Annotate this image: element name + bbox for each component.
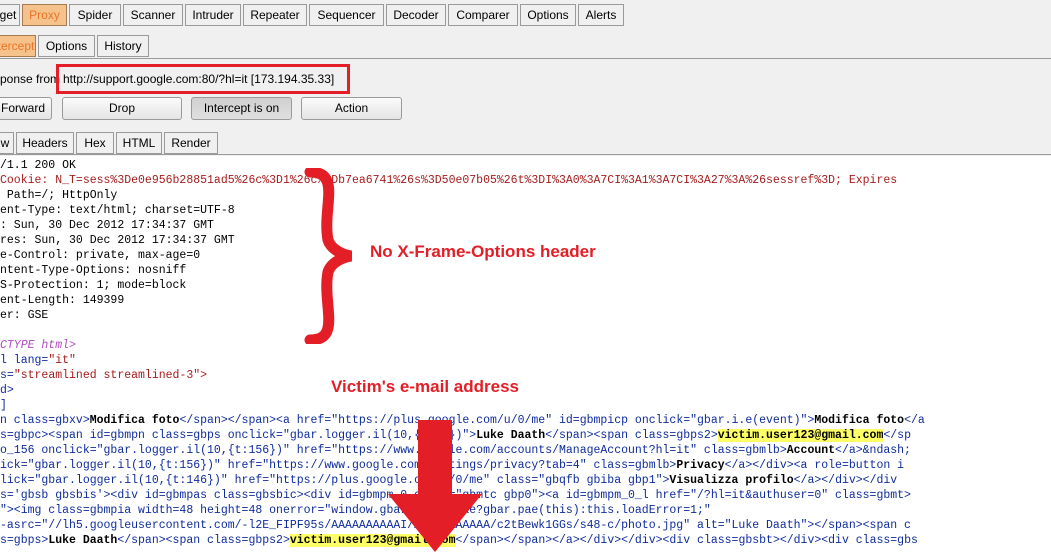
tab-headers[interactable]: Headers: [16, 132, 74, 154]
code-bold: Modifica foto: [89, 414, 180, 427]
code-bold: Visualizza profilo: [669, 474, 794, 487]
code-bold: Luke Daath: [476, 429, 546, 442]
doctype-line: CTYPE html>: [0, 339, 76, 352]
tab-intercept[interactable]: tercept: [0, 35, 36, 57]
response-body[interactable]: /1.1 200 OK Cookie: N_T=sess%3De0e956b28…: [0, 156, 1051, 552]
tab-proxy-options[interactable]: Options: [38, 35, 95, 57]
victim-email: victim.user123@gmail.com: [717, 429, 884, 442]
lang-attr: lang=: [6, 354, 49, 367]
tab-hex[interactable]: Hex: [76, 132, 114, 154]
curly-brace-annotation: [304, 168, 353, 344]
html-line: d>: [0, 384, 14, 397]
class-value: "streamlined streamlined-3">: [13, 369, 208, 382]
header-line: : Sun, 30 Dec 2012 17:34:37 GMT: [0, 219, 214, 232]
response-prefix: ponse from: [0, 72, 61, 86]
header-line: ent-Length: 149399: [0, 294, 125, 307]
lang-value: "it": [48, 354, 76, 367]
html-line: s="streamlined streamlined-3">: [0, 368, 207, 383]
header-line: Cookie: N_T=sess%3De0e956b28851ad5%26c%3…: [0, 174, 898, 187]
tab-spider[interactable]: Spider: [69, 4, 121, 26]
header-line: ent-Type: text/html; charset=UTF-8: [0, 204, 235, 217]
code-text: </a: [904, 414, 925, 427]
proxy-tab-bar: [0, 30, 1051, 60]
header-line: e-Control: private, max-age=0: [0, 249, 201, 262]
code-bold: Modifica foto: [814, 414, 905, 427]
code-text: n class=gbxv>: [0, 414, 90, 427]
code-line: "><img class=gbmpia width=48 height=48 o…: [0, 503, 711, 518]
tab-raw[interactable]: w: [0, 132, 14, 154]
code-text: lick="gbar.logger.il(10,{t:146})" href="…: [0, 474, 670, 487]
tab-decoder[interactable]: Decoder: [386, 4, 446, 26]
class-attr: s=: [0, 369, 14, 382]
code-text: s=gbps>: [0, 534, 49, 547]
code-text: </a></div><a role=button i: [724, 459, 905, 472]
tab-repeater[interactable]: Repeater: [243, 4, 307, 26]
code-text: ick="gbar.logger.il(10,{t:156})" href="h…: [0, 459, 677, 472]
no-xframe-annotation: No X-Frame-Options header: [370, 242, 596, 261]
header-line: ntent-Type-Options: nosniff: [0, 264, 187, 277]
down-arrow-icon: [388, 420, 482, 552]
tab-proxy[interactable]: Proxy: [22, 4, 67, 26]
code-bold: Account: [786, 444, 836, 457]
code-text: </span></span></a></div></div><div class…: [455, 534, 918, 547]
code-text: </span><span class=gbps2>: [117, 534, 290, 547]
proxy-tab-underline: [0, 58, 1051, 59]
header-line: er: GSE: [0, 309, 49, 322]
tab-alerts[interactable]: Alerts: [578, 4, 624, 26]
view-tab-underline: [0, 154, 1051, 155]
code-text: </a>&ndash;: [835, 444, 911, 457]
tab-render[interactable]: Render: [164, 132, 218, 154]
header-line: /1.1 200 OK: [0, 159, 76, 172]
tab-sequencer[interactable]: Sequencer: [309, 4, 384, 26]
code-text: </span></span><a href="https://plus.goog…: [179, 414, 815, 427]
tab-comparer[interactable]: Comparer: [448, 4, 518, 26]
tab-scanner[interactable]: Scanner: [123, 4, 183, 26]
tab-html[interactable]: HTML: [116, 132, 162, 154]
forward-button[interactable]: Forward: [0, 97, 52, 120]
header-line: Path=/; HttpOnly: [0, 189, 118, 202]
code-text: "><img class=gbmpia width=48 height=48 o…: [0, 504, 711, 517]
code-text: </a></div></div: [793, 474, 898, 487]
victim-email-annotation: Victim's e-mail address: [331, 377, 519, 396]
code-bold: Privacy: [676, 459, 725, 472]
tab-history[interactable]: History: [97, 35, 149, 57]
html-tag: l: [0, 354, 7, 367]
header-line: S-Protection: 1; mode=block: [0, 279, 187, 292]
header-line: res: Sun, 30 Dec 2012 17:34:37 GMT: [0, 234, 235, 247]
down-arrow-path: [388, 420, 482, 552]
url-highlight-box: [56, 64, 350, 94]
curly-brace-path: [304, 168, 353, 344]
code-bold: Luke Daath: [48, 534, 118, 547]
intercept-toggle-button[interactable]: Intercept is on: [191, 97, 292, 120]
html-line: ]: [0, 399, 7, 412]
code-text: </sp: [883, 429, 911, 442]
drop-button[interactable]: Drop: [62, 97, 182, 120]
tab-options[interactable]: Options: [520, 4, 576, 26]
html-line: l lang="it": [0, 353, 76, 368]
action-button[interactable]: Action: [301, 97, 402, 120]
code-text: </span><span class=gbps2>: [545, 429, 718, 442]
tab-intruder[interactable]: Intruder: [185, 4, 241, 26]
tab-target[interactable]: get: [0, 4, 20, 26]
